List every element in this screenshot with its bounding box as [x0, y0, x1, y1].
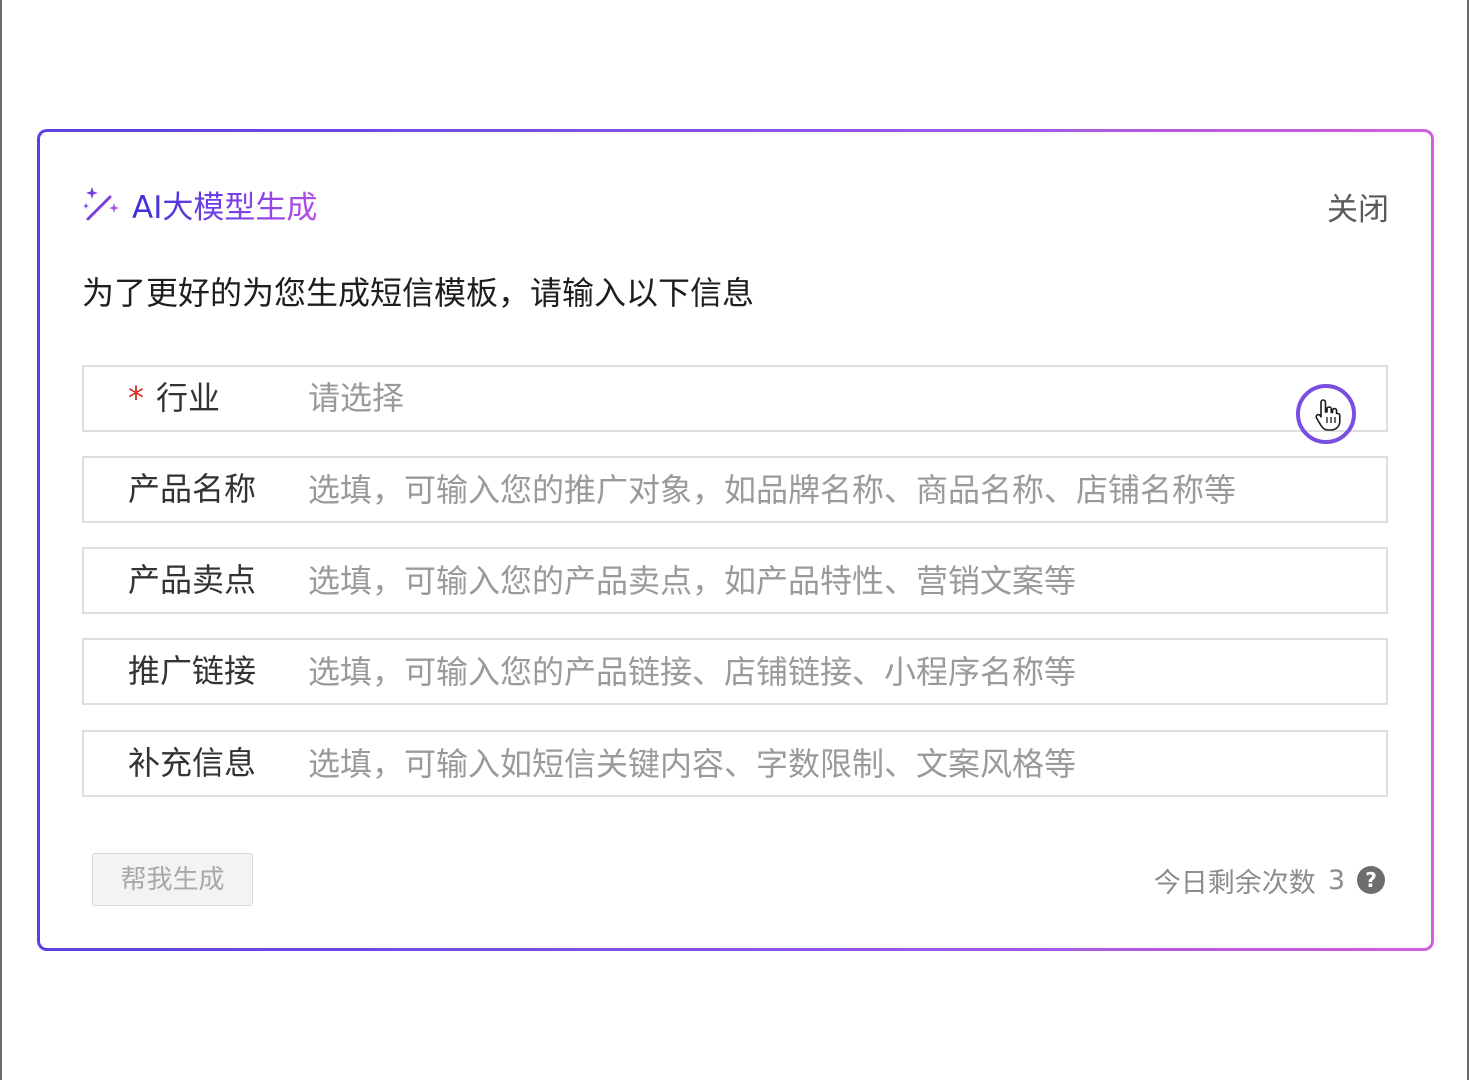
- hand-pointer-icon: [1315, 399, 1341, 431]
- industry-label-text: 行业: [156, 379, 221, 417]
- magic-wand-icon: [83, 187, 119, 221]
- extra-info-label: 补充信息: [128, 744, 257, 782]
- dialog-header: AI大模型生成: [82, 180, 317, 228]
- required-mark: *: [128, 379, 144, 417]
- promo-link-input[interactable]: [308, 640, 1348, 703]
- extra-info-row: 补充信息: [82, 730, 1388, 797]
- dialog-title: AI大模型生成: [132, 182, 317, 227]
- ai-generate-dialog: AI大模型生成 关闭 为了更好的为您生成短信模板，请输入以下信息 * 行业 请选择…: [37, 129, 1434, 951]
- window-edge-left: [0, 0, 2, 1080]
- industry-label: * 行业: [128, 367, 220, 430]
- industry-select[interactable]: * 行业 请选择: [82, 365, 1388, 432]
- generate-button[interactable]: 帮我生成: [92, 853, 253, 906]
- industry-select-value[interactable]: 请选择: [308, 367, 404, 430]
- question-circle-icon[interactable]: ?: [1357, 866, 1385, 894]
- daily-quota: 今日剩余次数 3 ?: [1153, 863, 1385, 899]
- promo-link-row: 推广链接: [82, 638, 1388, 705]
- product-name-label: 产品名称: [128, 470, 257, 508]
- product-name-input[interactable]: [308, 458, 1348, 521]
- extra-info-input[interactable]: [308, 732, 1348, 795]
- promo-link-label: 推广链接: [128, 652, 257, 690]
- product-name-row: 产品名称: [82, 456, 1388, 523]
- close-button[interactable]: 关闭: [1327, 184, 1389, 229]
- window-edge-right: [1467, 0, 1469, 1080]
- intro-text: 为了更好的为您生成短信模板，请输入以下信息: [82, 274, 755, 312]
- selling-point-input[interactable]: [308, 549, 1348, 612]
- quota-count: 3: [1327, 864, 1345, 896]
- selling-point-label: 产品卖点: [128, 561, 257, 599]
- selling-point-row: 产品卖点: [82, 547, 1388, 614]
- quota-label: 今日剩余次数: [1153, 867, 1316, 899]
